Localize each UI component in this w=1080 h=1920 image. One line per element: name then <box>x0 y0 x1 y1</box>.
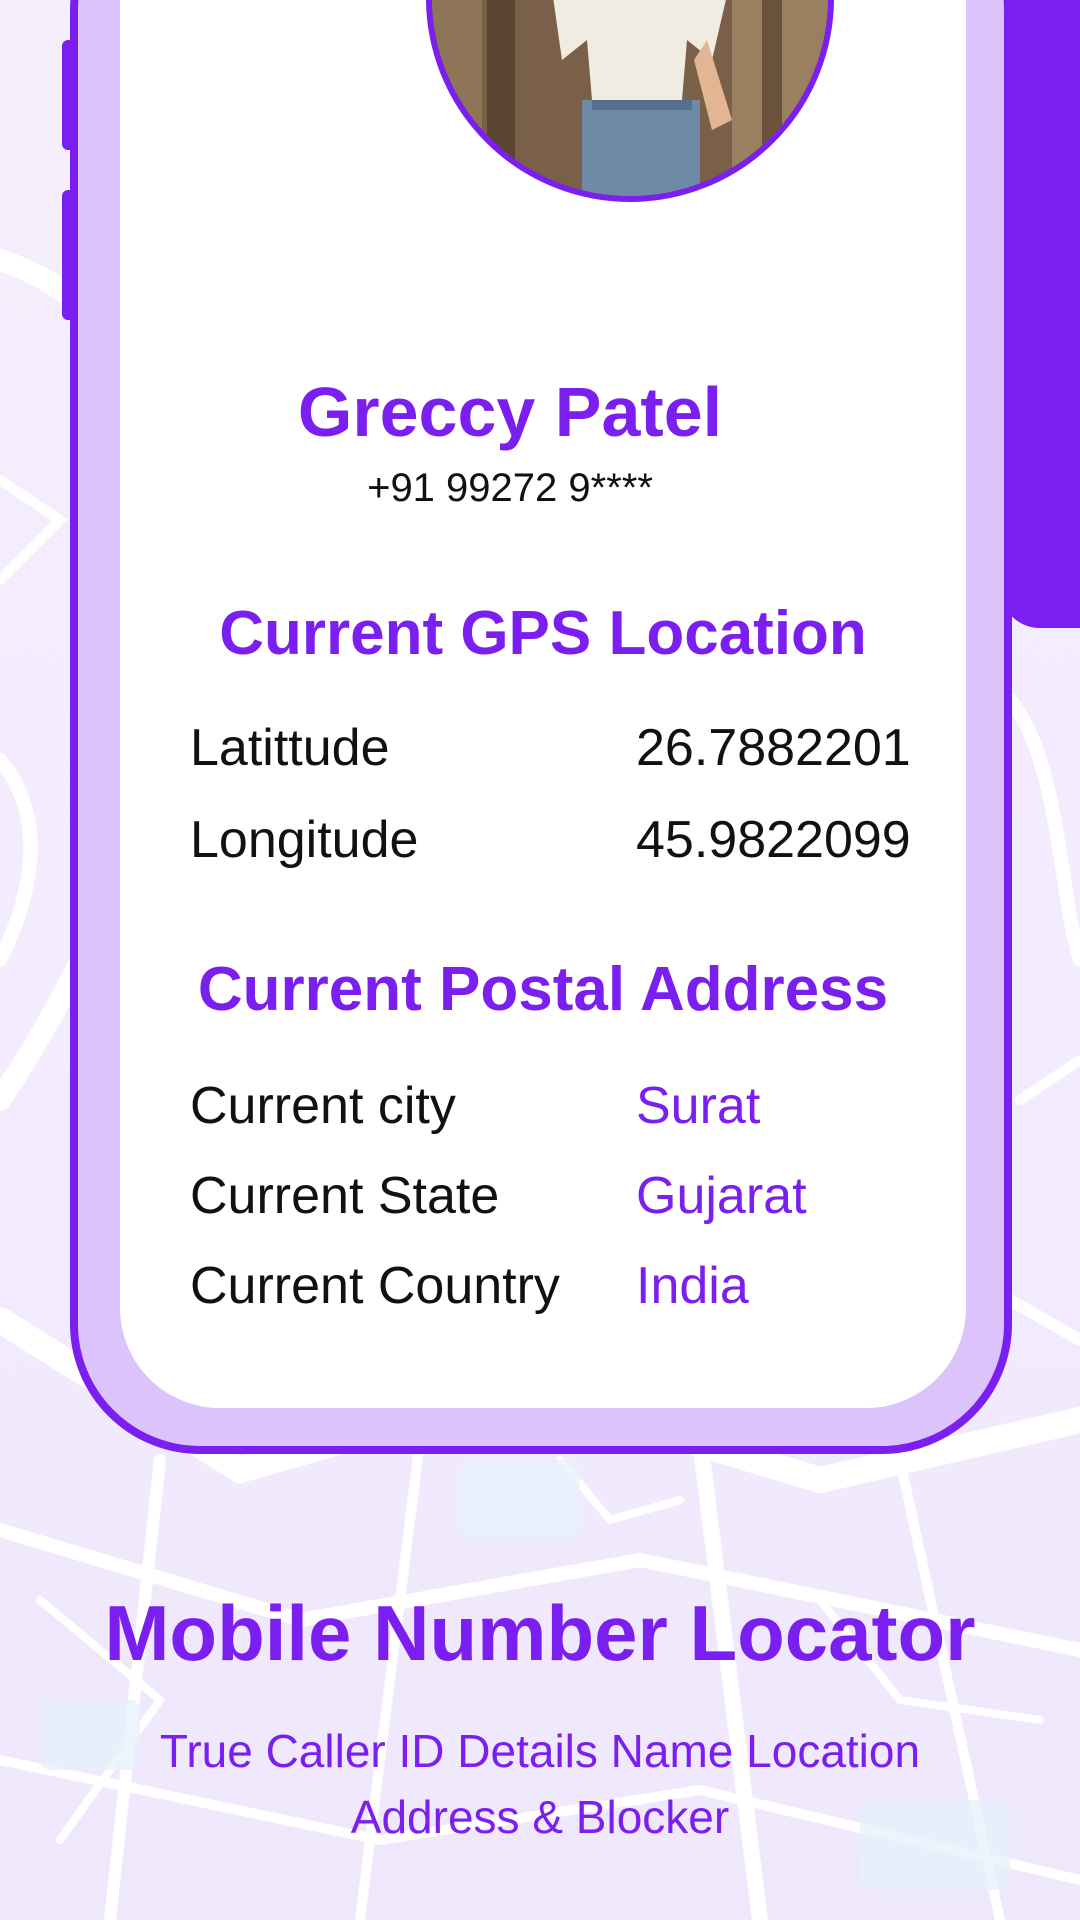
accent-side-band <box>1000 0 1080 628</box>
postal-section-title: Current Postal Address <box>197 955 889 1024</box>
latitude-value: 26.7882201 <box>636 719 911 777</box>
profile-avatar <box>426 0 834 202</box>
gps-section-title: Current GPS Location <box>219 599 867 668</box>
promo-subtitle-line-2: Address & Blocker <box>350 1791 730 1843</box>
state-value: Gujarat <box>636 1167 807 1225</box>
city-value: Surat <box>636 1077 761 1135</box>
state-label: Current State <box>190 1167 500 1225</box>
phone-side-button <box>62 40 76 150</box>
contact-phone-number: +91 99272 9**** <box>367 466 653 510</box>
contact-name: Greccy Patel <box>297 373 723 451</box>
latitude-label: Latittude <box>190 719 390 777</box>
promo-subtitle: True Caller ID Details Name Location Add… <box>100 1718 980 1850</box>
phone-side-button <box>62 190 76 320</box>
longitude-value: 45.9822099 <box>636 811 911 869</box>
promo-title: Mobile Number Locator <box>104 1589 976 1677</box>
city-label: Current city <box>190 1077 456 1135</box>
country-label: Current Country <box>190 1257 560 1315</box>
promo-subtitle-line-1: True Caller ID Details Name Location <box>159 1725 921 1777</box>
profile-photo-icon <box>432 0 828 196</box>
longitude-label: Longitude <box>190 811 419 869</box>
country-value: India <box>636 1257 749 1315</box>
